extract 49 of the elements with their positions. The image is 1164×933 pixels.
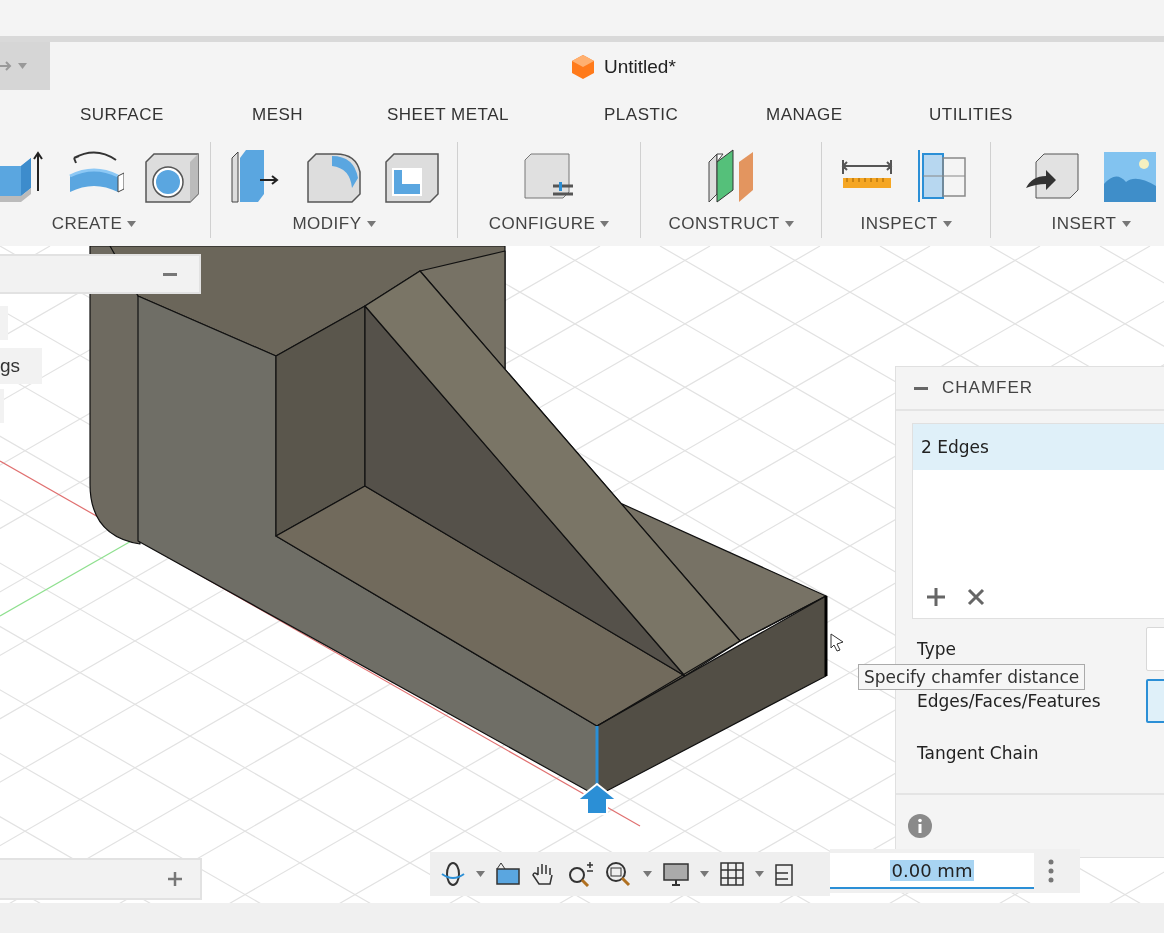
remove-icon[interactable] [967, 588, 985, 606]
panel-title: CHAMFER [942, 378, 1034, 398]
group-menu-button[interactable]: INSERT [1049, 210, 1133, 238]
caret-icon [643, 871, 652, 877]
orbit-icon[interactable] [440, 861, 466, 887]
cube-icon [570, 54, 596, 80]
display-icon[interactable] [662, 861, 690, 887]
toolbar-tab[interactable]: UTILITIES [929, 105, 1079, 125]
group-menu-button[interactable]: INSPECT [858, 210, 954, 238]
caret-icon [476, 871, 485, 877]
grid-icon[interactable] [719, 861, 745, 887]
more-icon[interactable] [1048, 859, 1054, 883]
collapse-icon[interactable] [163, 272, 177, 276]
toolbar-tab[interactable]: MESH [252, 105, 387, 125]
caret-icon [1121, 221, 1131, 227]
toolbar-tab[interactable]: PLASTIC [604, 105, 766, 125]
caret-icon [784, 221, 794, 227]
add-icon[interactable] [927, 588, 945, 606]
caret-icon [700, 871, 709, 877]
caret-icon [600, 221, 610, 227]
field-label: Edges/Faces/Features [917, 691, 1101, 711]
toolbar-tab[interactable]: MANAGE [766, 105, 929, 125]
viewports-icon[interactable] [774, 861, 794, 887]
collapse-icon[interactable] [914, 386, 928, 390]
selection-item[interactable]: 2 Edges [913, 424, 1164, 470]
group-menu-button[interactable]: CONFIGURE [486, 210, 612, 238]
fit-icon[interactable] [605, 861, 633, 887]
field-label: Tangent Chain [917, 743, 1039, 763]
toolbar-tab[interactable]: SURFACE [80, 105, 252, 125]
group-menu-button[interactable]: MODIFY [290, 210, 378, 238]
field-label: Type [917, 639, 957, 659]
browser-item[interactable]: gs [0, 348, 43, 384]
caret-icon [127, 221, 137, 227]
toolbar-tab[interactable]: SHEET METAL [387, 105, 604, 125]
plus-icon[interactable] [168, 872, 182, 886]
distance-input[interactable]: 0.00 mm [830, 853, 1034, 889]
pointer-icon [830, 633, 844, 652]
group-menu-button[interactable]: CONSTRUCT [666, 210, 796, 238]
zoom-icon[interactable] [567, 861, 595, 887]
tooltip: Specify chamfer distance [858, 664, 1086, 690]
caret-icon [755, 871, 764, 877]
caret-icon [366, 221, 376, 227]
caret-icon [942, 221, 952, 227]
caret-icon [18, 63, 27, 69]
document-title: Untitled* [604, 56, 676, 78]
browser-row [0, 306, 8, 340]
info-icon[interactable] [908, 814, 932, 838]
group-menu-button[interactable]: CREATE [49, 210, 139, 238]
look-at-icon[interactable] [495, 861, 521, 887]
